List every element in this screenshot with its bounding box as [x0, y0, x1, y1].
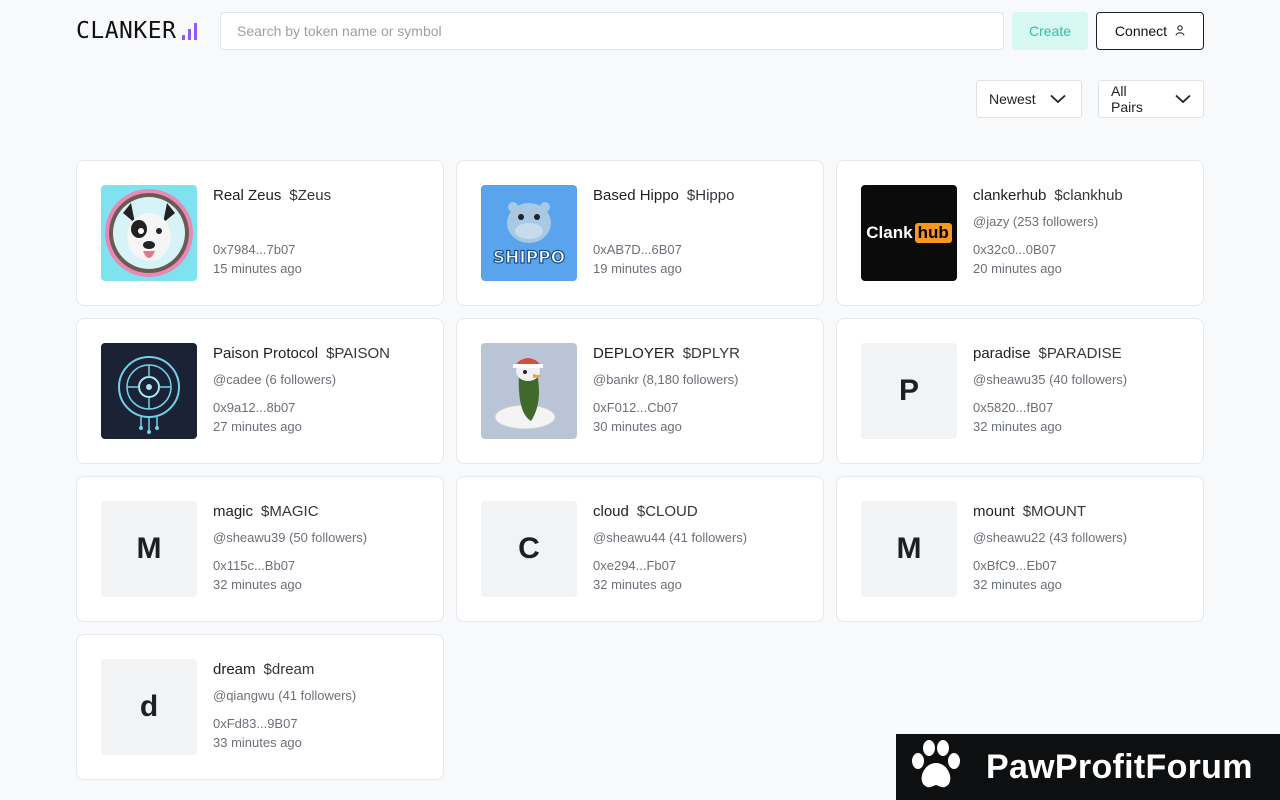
- token-creator: @jazy (253 followers): [973, 214, 1099, 229]
- letter-avatar: C: [481, 501, 577, 597]
- search-input[interactable]: [220, 12, 1004, 50]
- user-icon: [1175, 23, 1185, 39]
- token-symbol: $PARADISE: [1038, 345, 1122, 362]
- token-card[interactable]: Real Zeus $Zeus 0x7984...7b07 15 minutes …: [76, 160, 444, 306]
- token-address: 0xAB7D...6B07: [593, 242, 682, 257]
- token-name: clankerhub: [973, 187, 1047, 204]
- letter-avatar: M: [101, 501, 197, 597]
- token-card[interactable]: M magic $MAGIC @sheawu39 (50 followers) 0…: [76, 476, 444, 622]
- clankhub-logo-image: Clank hub: [861, 185, 957, 281]
- token-card[interactable]: P paradise $PARADISE @sheawu35 (40 follow…: [836, 318, 1204, 464]
- token-name: Paison Protocol: [213, 345, 319, 362]
- token-creator: @sheawu39 (50 followers): [213, 530, 368, 545]
- token-grid: Real Zeus $Zeus 0x7984...7b07 15 minutes …: [76, 160, 1204, 780]
- watermark-text: PawProfitForum: [986, 747, 1253, 786]
- token-card[interactable]: d dream $dream @qiangwu (41 followers) 0x…: [76, 634, 444, 780]
- token-address: 0xBfC9...Eb07: [973, 558, 1057, 573]
- token-name: DEPLOYER: [593, 345, 675, 362]
- token-creator: @cadee (6 followers): [213, 372, 337, 387]
- token-address: 0x9a12...8b07: [213, 400, 296, 415]
- sort-value: Newest: [989, 91, 1036, 107]
- token-symbol: $CLOUD: [636, 503, 698, 520]
- token-card[interactable]: SHIPPO Based Hippo $Hippo 0xAB7D...6B07 1…: [456, 160, 824, 306]
- token-address: 0x32c0...0B07: [973, 242, 1057, 257]
- token-name: mount: [973, 503, 1015, 520]
- token-address: 0x7984...7b07: [213, 242, 296, 257]
- token-time: 19 minutes ago: [593, 261, 682, 276]
- token-creator: [593, 214, 734, 232]
- token-address: 0xF012...Cb07: [593, 400, 679, 415]
- token-name: Based Hippo: [593, 187, 679, 204]
- clankhub-logo-word1: Clank: [866, 223, 913, 242]
- chevron-down-icon: [1175, 91, 1191, 107]
- token-symbol: $MAGIC: [261, 503, 319, 520]
- connect-button[interactable]: Connect: [1096, 12, 1204, 50]
- hippo-logo-text: SHIPPO: [493, 248, 565, 268]
- clankhub-logo-word2: hub: [914, 223, 952, 243]
- token-card[interactable]: Paison Protocol $PAISON @cadee (6 followe…: [76, 318, 444, 464]
- letter-avatar: M: [861, 501, 957, 597]
- create-button[interactable]: Create: [1012, 12, 1088, 50]
- token-address: 0x115c...Bb07: [213, 558, 296, 573]
- token-name: dream: [213, 661, 256, 678]
- clanker-logo[interactable]: CLANKER: [76, 12, 220, 50]
- token-creator: @sheawu44 (41 followers): [593, 530, 748, 545]
- circuit-avatar-image: [101, 343, 197, 439]
- token-symbol: $DPLYR: [682, 345, 740, 362]
- connect-label: Connect: [1114, 23, 1168, 39]
- sort-select[interactable]: Newest: [976, 80, 1082, 118]
- token-time: 32 minutes ago: [973, 577, 1062, 592]
- token-name: paradise: [973, 345, 1031, 362]
- token-address: 0x5820...fB07: [973, 400, 1054, 415]
- filter-controls: Newest All Pairs: [976, 80, 1204, 118]
- pairs-value: All Pairs: [1111, 83, 1143, 115]
- token-symbol: $MOUNT: [1022, 503, 1087, 520]
- bars-icon: [182, 22, 198, 40]
- token-name: magic: [213, 503, 254, 520]
- penguin-avatar-image: [481, 343, 577, 439]
- watermark-banner: PawProfitForum: [896, 734, 1280, 800]
- token-time: 32 minutes ago: [213, 577, 302, 592]
- token-symbol: $Zeus: [289, 187, 332, 204]
- token-card[interactable]: M mount $MOUNT @sheawu22 (43 followers) 0…: [836, 476, 1204, 622]
- token-name: cloud: [593, 503, 629, 520]
- token-creator: @sheawu35 (40 followers): [973, 372, 1128, 387]
- token-time: 20 minutes ago: [973, 261, 1062, 276]
- token-symbol: $PAISON: [326, 345, 390, 362]
- letter-avatar: d: [101, 659, 197, 755]
- hippo-avatar-image: SHIPPO: [481, 185, 577, 281]
- chevron-down-icon: [1050, 91, 1066, 107]
- token-symbol: $clankhub: [1054, 187, 1123, 204]
- token-creator: @qiangwu (41 followers): [213, 688, 357, 703]
- token-address: 0xFd83...9B07: [213, 716, 298, 731]
- header: CLANKER Create Connect: [76, 12, 1204, 50]
- token-time: 27 minutes ago: [213, 419, 302, 434]
- token-card[interactable]: Clank hub clankerhub $clankhub @jazy (253 …: [836, 160, 1204, 306]
- paw-icon: [908, 739, 964, 796]
- token-name: Real Zeus: [213, 187, 282, 204]
- token-creator: [213, 214, 331, 232]
- token-creator: @bankr (8,180 followers): [593, 372, 739, 387]
- token-card[interactable]: DEPLOYER $DPLYR @bankr (8,180 followers) …: [456, 318, 824, 464]
- logo-text: CLANKER: [76, 18, 177, 44]
- dog-avatar-image: [101, 185, 197, 281]
- pairs-select[interactable]: All Pairs: [1098, 80, 1204, 118]
- token-time: 32 minutes ago: [973, 419, 1062, 434]
- token-time: 33 minutes ago: [213, 735, 302, 750]
- token-time: 15 minutes ago: [213, 261, 302, 276]
- token-symbol: $Hippo: [686, 187, 735, 204]
- token-symbol: $dream: [263, 661, 315, 678]
- token-creator: @sheawu22 (43 followers): [973, 530, 1128, 545]
- token-time: 32 minutes ago: [593, 577, 682, 592]
- token-time: 30 minutes ago: [593, 419, 682, 434]
- letter-avatar: P: [861, 343, 957, 439]
- token-address: 0xe294...Fb07: [593, 558, 677, 573]
- token-card[interactable]: C cloud $CLOUD @sheawu44 (41 followers) 0…: [456, 476, 824, 622]
